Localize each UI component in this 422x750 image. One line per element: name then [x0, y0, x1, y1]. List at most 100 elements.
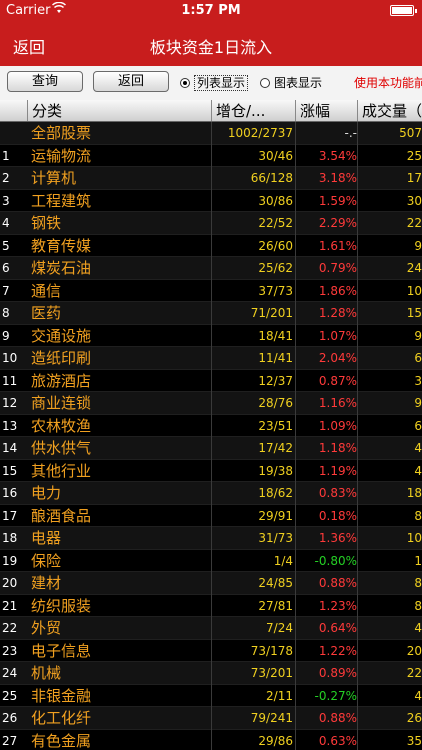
clock: 1:57 PM	[181, 3, 241, 18]
nav-bar: 返回 板块资金1日流入	[0, 22, 422, 66]
volume-value: 10	[406, 531, 422, 545]
sector-name: 纺织服装	[31, 596, 92, 615]
change-percent: 3.18%	[318, 171, 357, 185]
change-percent: 3.54%	[318, 148, 357, 163]
column-divider	[295, 122, 296, 750]
row-index: 17	[2, 508, 18, 523]
volume-value: 4	[414, 621, 422, 635]
change-percent: 1.36%	[318, 531, 357, 545]
position-ratio: 37/73	[258, 283, 293, 298]
row-index: 12	[2, 396, 18, 410]
row-index: 22	[2, 621, 18, 635]
row-index: 18	[2, 531, 18, 545]
row-index: 6	[2, 261, 10, 275]
sector-name: 计算机	[31, 169, 77, 187]
volume-value: 18	[406, 486, 422, 500]
row-index: 27	[2, 733, 18, 748]
change-percent: 1.61%	[318, 238, 357, 253]
sector-name: 机械	[31, 664, 62, 682]
position-ratio: 24/85	[258, 576, 293, 590]
change-percent: 0.87%	[318, 373, 357, 388]
position-ratio: 18/62	[258, 486, 293, 500]
volume-value: 6	[414, 418, 422, 433]
volume-value: 35	[406, 733, 422, 748]
sector-name: 旅游酒店	[31, 371, 92, 390]
chart-view-label: 图表显示	[274, 76, 323, 90]
volume-value: 9	[414, 328, 422, 343]
row-index: 8	[2, 306, 10, 320]
volume-value: 15	[406, 306, 422, 320]
position-ratio: 71/201	[250, 306, 293, 320]
volume-value: 8	[414, 598, 422, 613]
change-percent: 2.04%	[318, 351, 357, 365]
change-percent: 0.88%	[318, 711, 357, 725]
position-ratio: 1/4	[273, 553, 293, 568]
change-percent: 1.19%	[318, 463, 357, 478]
header-volume[interactable]: 成交量（	[357, 100, 422, 121]
position-ratio: 11/41	[258, 351, 293, 365]
change-percent: 0.88%	[318, 576, 357, 590]
volume-value: 10	[406, 283, 422, 298]
volume-value: 25	[406, 148, 422, 163]
row-index: 23	[2, 643, 18, 658]
position-ratio: 73/178	[250, 643, 293, 658]
list-view-radio[interactable]: 列表显示	[180, 74, 249, 91]
row-index: 16	[2, 486, 18, 500]
sector-name: 有色金属	[31, 731, 92, 750]
sector-name: 建材	[31, 574, 62, 592]
change-percent: 0.64%	[318, 621, 357, 635]
header-positions[interactable]: 增仓/...	[211, 100, 295, 121]
page-title: 板块资金1日流入	[149, 38, 273, 57]
column-divider	[357, 122, 358, 750]
position-ratio: 29/91	[258, 508, 293, 523]
sector-name: 电力	[31, 484, 62, 502]
notice-link[interactable]: 使用本功能前	[354, 74, 422, 91]
column-divider	[211, 122, 212, 750]
change-percent: 0.18%	[318, 508, 357, 523]
volume-value: 9	[414, 238, 422, 253]
row-index: 7	[2, 283, 10, 298]
sector-name: 医药	[31, 304, 62, 322]
position-ratio: 30/86	[258, 193, 293, 208]
row-index: 1	[2, 148, 10, 163]
radio-unselected-icon	[260, 78, 270, 88]
sector-name: 农林牧渔	[31, 416, 92, 435]
position-ratio: 23/51	[258, 418, 293, 433]
row-index: 11	[2, 373, 18, 388]
header-category[interactable]: 分类	[27, 100, 211, 121]
query-button[interactable]: 查询	[7, 71, 83, 92]
header-change[interactable]: 涨幅	[295, 100, 357, 121]
sector-name: 电子信息	[31, 641, 92, 660]
sector-name: 工程建筑	[31, 191, 92, 210]
volume-value: 30	[406, 193, 422, 208]
sector-name: 造纸印刷	[31, 349, 92, 367]
volume-value: 8	[414, 576, 422, 590]
position-ratio: 18/41	[258, 328, 293, 343]
status-bar: Carrier 1:57 PM	[0, 0, 422, 22]
table-header: 分类 增仓/... 涨幅 成交量（	[0, 100, 422, 122]
position-ratio: 30/46	[258, 148, 293, 163]
change-percent: -.-	[344, 126, 357, 140]
row-index: 9	[2, 328, 10, 343]
change-percent: 0.63%	[318, 733, 357, 748]
position-ratio: 73/201	[250, 666, 293, 680]
sector-name: 电器	[31, 529, 62, 547]
row-index: 21	[2, 598, 18, 613]
row-index: 10	[2, 351, 18, 365]
position-ratio: 26/60	[258, 238, 293, 253]
row-index	[2, 122, 26, 144]
row-index: 26	[2, 711, 18, 725]
chart-view-radio[interactable]: 图表显示	[260, 74, 322, 90]
radio-selected-icon	[180, 78, 190, 88]
volume-value: 20	[406, 643, 422, 658]
sector-name: 钢铁	[31, 214, 62, 232]
position-ratio: 79/241	[250, 711, 293, 725]
sector-name: 其他行业	[31, 461, 92, 480]
toolbar-back-button[interactable]: 返回	[93, 71, 169, 92]
position-ratio: 31/73	[258, 531, 293, 545]
sector-name: 酿酒食品	[31, 506, 92, 525]
position-ratio: 27/81	[258, 598, 293, 613]
row-index: 13	[2, 418, 18, 433]
change-percent: 0.83%	[318, 486, 357, 500]
volume-value: 3	[414, 373, 422, 388]
